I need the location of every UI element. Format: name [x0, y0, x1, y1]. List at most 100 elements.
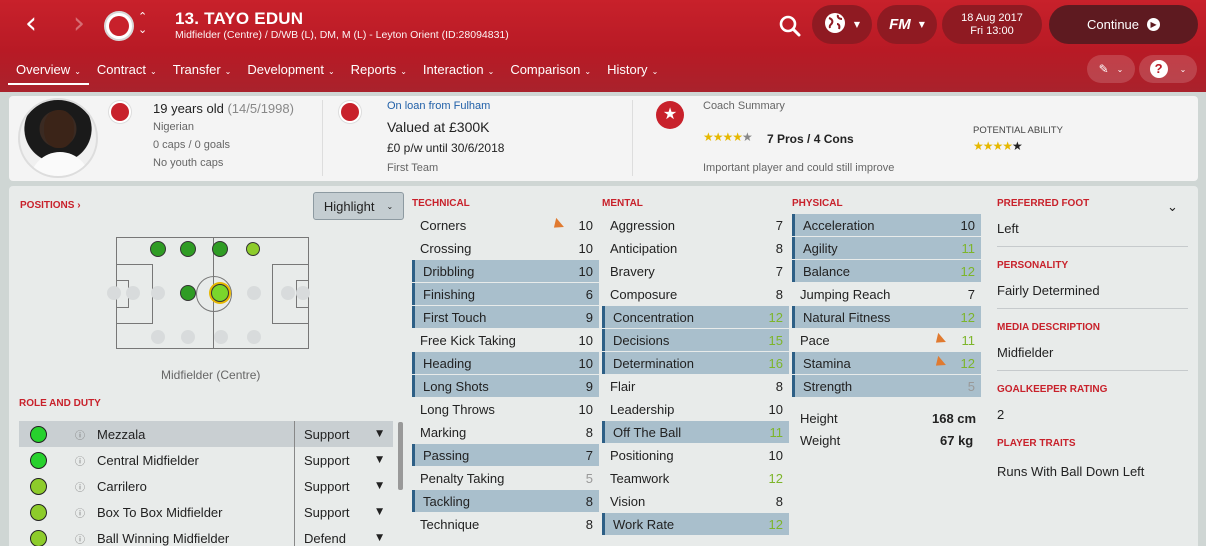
attribute-row[interactable]: Corners 10 [412, 214, 599, 236]
world-menu-button[interactable]: ▼ [812, 5, 872, 44]
position-dot-empty[interactable] [151, 330, 165, 344]
attribute-row[interactable]: Off The Ball 11 [602, 421, 789, 443]
attribute-row[interactable]: Leadership 10 [602, 398, 789, 420]
attribute-name: Anticipation [610, 240, 678, 256]
tab-history[interactable]: History ⌄ [599, 60, 666, 85]
media-description-label: MEDIA DESCRIPTION [997, 322, 1100, 333]
role-row[interactable]: ⓘ Ball Winning Midfielder Defend ▼ [19, 525, 393, 546]
pros-cons[interactable]: 7 Pros / 4 Cons [767, 132, 854, 146]
attribute-row[interactable]: Finishing 6 [412, 283, 599, 305]
info-icon[interactable]: ⓘ [75, 505, 85, 520]
attribute-row[interactable]: Jumping Reach 7 [792, 283, 981, 305]
role-name: Carrilero [97, 478, 147, 494]
attribute-row[interactable]: Heading 10 [412, 352, 599, 374]
tab-overview[interactable]: Overview ⌄ [8, 60, 89, 85]
role-list-scrollbar[interactable] [398, 422, 403, 490]
positions-link[interactable]: POSITIONS › [20, 200, 81, 211]
attribute-row[interactable]: Stamina 12 [792, 352, 981, 374]
duty-dropdown[interactable]: Support ▼ [294, 421, 393, 447]
position-dot-empty[interactable] [247, 330, 261, 344]
attribute-row[interactable]: Determination 16 [602, 352, 789, 374]
attribute-row[interactable]: Bravery 7 [602, 260, 789, 282]
continue-label: Continue [1086, 17, 1140, 32]
club-crest-icon[interactable] [104, 11, 134, 41]
help-menu-button[interactable]: ? ⌄ [1139, 55, 1197, 83]
attribute-row[interactable]: Pace 11 [792, 329, 981, 351]
position-dot-ml[interactable] [180, 285, 196, 301]
attribute-row[interactable]: Teamwork 12 [602, 467, 789, 489]
attribute-row[interactable]: Agility 11 [792, 237, 981, 259]
attribute-row[interactable]: Passing 7 [412, 444, 599, 466]
attribute-row[interactable]: Positioning 10 [602, 444, 789, 466]
attribute-row[interactable]: Crossing 10 [412, 237, 599, 259]
attribute-value: 5 [585, 470, 593, 486]
attribute-row[interactable]: Work Rate 12 [602, 513, 789, 535]
attribute-row[interactable]: Marking 8 [412, 421, 599, 443]
position-dot-empty[interactable] [107, 286, 121, 300]
position-dot-empty[interactable] [214, 330, 228, 344]
position-dot-empty[interactable] [181, 330, 195, 344]
duty-dropdown[interactable]: Support ▼ [294, 499, 393, 525]
collapse-chevron-icon[interactable]: ⌄ [1167, 200, 1178, 215]
role-row[interactable]: ⓘ Mezzala Support ▼ [19, 421, 393, 447]
attribute-row[interactable]: Long Shots 9 [412, 375, 599, 397]
duty-dropdown[interactable]: Support ▼ [294, 473, 393, 499]
player-cycle-arrows-icon[interactable]: ⌃ ⌄ [138, 10, 147, 36]
role-suitability-dot [30, 425, 47, 443]
info-icon[interactable]: ⓘ [75, 531, 85, 546]
attribute-row[interactable]: Decisions 15 [602, 329, 789, 351]
position-dot-mc-selected[interactable] [211, 284, 229, 302]
attribute-row[interactable]: Free Kick Taking 10 [412, 329, 599, 351]
position-dot-empty[interactable] [296, 286, 310, 300]
tab-contract[interactable]: Contract ⌄ [89, 60, 165, 85]
duty-dropdown[interactable]: Defend ▼ [294, 525, 393, 546]
attribute-row[interactable]: Natural Fitness 12 [792, 306, 981, 328]
attribute-row[interactable]: Technique 8 [412, 513, 599, 535]
position-dot-empty[interactable] [247, 286, 261, 300]
attribute-value: 10 [578, 355, 593, 371]
position-dot-amc[interactable] [180, 241, 196, 257]
position-dot-empty[interactable] [281, 286, 295, 300]
role-row[interactable]: ⓘ Box To Box Midfielder Support ▼ [19, 499, 393, 525]
attribute-row[interactable]: Flair 8 [602, 375, 789, 397]
attribute-row[interactable]: Tackling 8 [412, 490, 599, 512]
edit-menu-button[interactable]: ✎ ⌄ [1087, 55, 1135, 83]
attribute-row[interactable]: Acceleration 10 [792, 214, 981, 236]
attribute-row[interactable]: First Touch 9 [412, 306, 599, 328]
attribute-value: 10 [768, 401, 783, 417]
position-dot-amc[interactable] [212, 241, 228, 257]
search-icon[interactable] [776, 12, 804, 40]
attribute-row[interactable]: Aggression 7 [602, 214, 789, 236]
attribute-row[interactable]: Composure 8 [602, 283, 789, 305]
attribute-row[interactable]: Strength 5 [792, 375, 981, 397]
role-row[interactable]: ⓘ Carrilero Support ▼ [19, 473, 393, 499]
info-icon[interactable]: ⓘ [75, 479, 85, 494]
duty-dropdown[interactable]: Support ▼ [294, 447, 393, 473]
position-dot-empty[interactable] [151, 286, 165, 300]
position-dot-empty[interactable] [126, 286, 140, 300]
fm-menu-button[interactable]: FM ▼ [877, 5, 937, 44]
role-row[interactable]: ⓘ Central Midfielder Support ▼ [19, 447, 393, 473]
position-dot-aml[interactable] [150, 241, 166, 257]
attribute-row[interactable]: Vision 8 [602, 490, 789, 512]
attribute-row[interactable]: Dribbling 10 [412, 260, 599, 282]
date-display[interactable]: 18 Aug 2017 Fri 13:00 [942, 5, 1042, 44]
info-icon[interactable]: ⓘ [75, 427, 85, 442]
attribute-row[interactable]: Long Throws 10 [412, 398, 599, 420]
attribute-row[interactable]: Balance 12 [792, 260, 981, 282]
attribute-row[interactable]: Anticipation 8 [602, 237, 789, 259]
attribute-row[interactable]: Penalty Taking 5 [412, 467, 599, 489]
loan-link[interactable]: On loan from Fulham [387, 100, 490, 112]
tab-comparison[interactable]: Comparison ⌄ [502, 60, 599, 85]
continue-button[interactable]: Continue ▶ [1049, 5, 1198, 44]
forward-arrow-icon[interactable]: › [64, 9, 94, 40]
attribute-row[interactable]: Concentration 12 [602, 306, 789, 328]
position-dot-amr[interactable] [246, 242, 260, 256]
info-icon[interactable]: ⓘ [75, 453, 85, 468]
tab-reports[interactable]: Reports ⌄ [343, 60, 415, 85]
tab-transfer[interactable]: Transfer ⌄ [165, 60, 240, 85]
tab-interaction[interactable]: Interaction ⌄ [415, 60, 502, 85]
highlight-dropdown[interactable]: Highlight ⌄ [313, 192, 404, 220]
tab-development[interactable]: Development ⌄ [239, 60, 342, 85]
back-arrow-icon[interactable]: ‹ [16, 9, 46, 40]
